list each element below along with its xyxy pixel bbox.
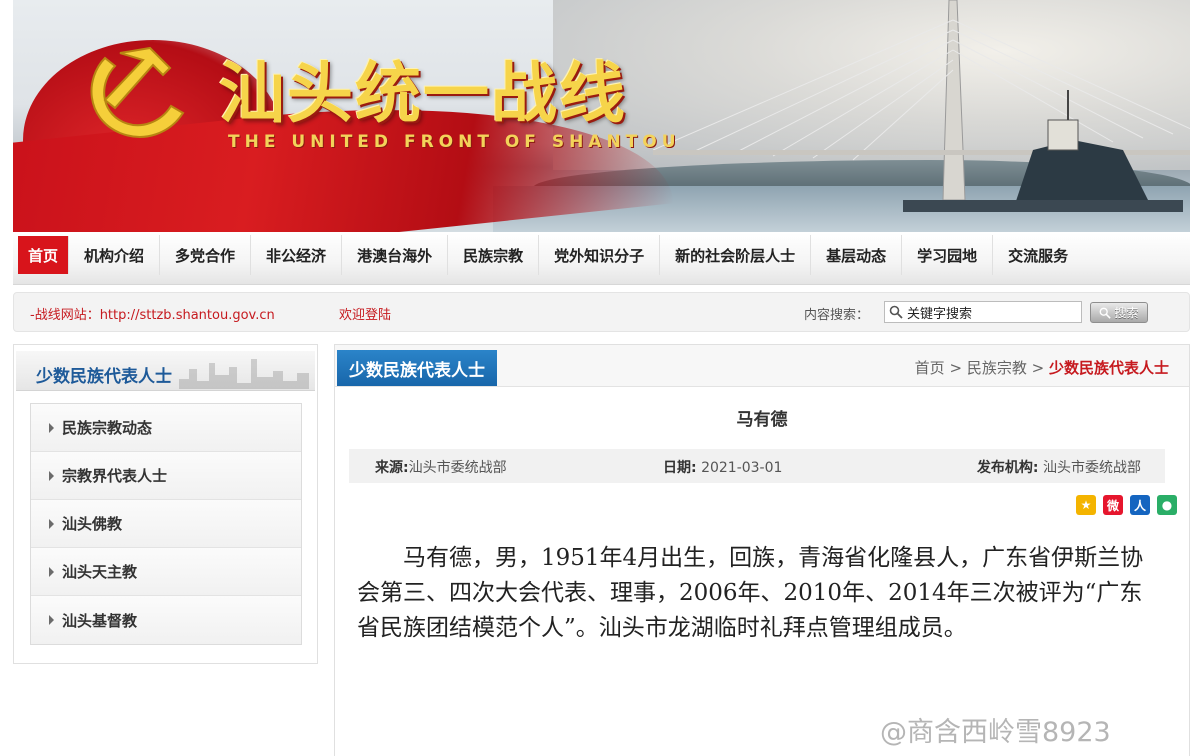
sidebar-item-ethnic-religion-news[interactable]: 民族宗教动态: [31, 404, 301, 452]
meta-source-label: 来源:: [375, 460, 409, 476]
search-button[interactable]: 搜索: [1090, 302, 1148, 323]
sidebar-item-label: 汕头天主教: [62, 563, 138, 581]
article-body: 马有德，男，1951年4月出生，回族，青海省化隆县人，广东省伊斯兰协会第三、四次…: [357, 545, 1144, 641]
article-meta: 来源:汕头市委统战部 日期: 2021-03-01 发布机构: 汕头市委统战部: [349, 449, 1165, 483]
welcome-marquee: 欢迎登陆: [339, 308, 392, 323]
sidebar-item-label: 汕头基督教: [62, 611, 138, 630]
sidebar-list: 民族宗教动态 宗教界代表人士 汕头佛教 汕头天主教 汕头基督教: [30, 403, 302, 645]
search-button-icon: [1100, 307, 1112, 319]
nav-item-service[interactable]: 交流服务: [993, 235, 1083, 275]
bridge-illustration: [653, 0, 1190, 212]
breadcrumb-current: 少数民族代表人士: [1048, 359, 1169, 377]
sidebar-item-christianity[interactable]: 汕头基督教: [31, 596, 301, 644]
party-emblem-icon: [90, 46, 185, 138]
nav-item-home[interactable]: 首页: [18, 236, 70, 274]
nav-item-hk-macau-taiwan[interactable]: 港澳台海外: [342, 235, 449, 275]
qzone-icon[interactable]: ★: [1076, 495, 1096, 515]
search-button-label: 搜索: [1114, 306, 1139, 320]
wechat-icon[interactable]: ●: [1157, 495, 1177, 515]
city-skyline-icon: [179, 359, 309, 389]
caret-right-icon: [49, 470, 54, 481]
weibo-watermark: @商含西岭雪8923: [880, 717, 1111, 748]
breadcrumb-separator: >: [1031, 359, 1045, 377]
breadcrumb-home-link[interactable]: 首页: [915, 359, 945, 377]
renren-icon[interactable]: 人: [1130, 495, 1150, 515]
breadcrumb-separator: >: [949, 359, 963, 377]
meta-org: 发布机构: 汕头市委统战部: [977, 457, 1141, 477]
nav-item-multiparty[interactable]: 多党合作: [160, 235, 252, 275]
sidebar-item-label: 民族宗教动态: [62, 419, 153, 437]
share-bar: ★ 微 人 ●: [1076, 495, 1177, 515]
nav-item-nonpublic-economy[interactable]: 非公经济: [251, 235, 343, 275]
main-content: 少数民族代表人士 首页 > 民族宗教 > 少数民族代表人士 马有德 来源:汕头市…: [334, 344, 1190, 756]
caret-right-icon: [49, 422, 54, 433]
nav-item-ethnic-religion[interactable]: 民族宗教: [448, 235, 540, 275]
article-title: 马有德: [736, 410, 788, 430]
meta-date: 日期: 2021-03-01: [663, 457, 782, 477]
sidebar-item-catholicism[interactable]: 汕头天主教: [31, 548, 301, 596]
nav-item-intellectuals[interactable]: 党外知识分子: [539, 235, 661, 275]
search-label: 内容搜索：: [804, 308, 870, 323]
nav-item-study[interactable]: 学习园地: [902, 235, 994, 275]
search-icon: [889, 305, 903, 319]
sidebar-item-buddhism[interactable]: 汕头佛教: [31, 500, 301, 548]
main-nav: 首页 机构介绍 多党合作 非公经济 港澳台海外 民族宗教 党外知识分子 新的社会…: [13, 233, 1190, 285]
main-header: 少数民族代表人士 首页 > 民族宗教 > 少数民族代表人士: [335, 345, 1189, 387]
caret-right-icon: [49, 518, 54, 529]
sidebar-item-label: 汕头佛教: [62, 515, 123, 533]
search-input[interactable]: [907, 304, 1077, 320]
sidebar-header: 少数民族代表人士: [16, 351, 315, 391]
caret-right-icon: [49, 566, 54, 577]
meta-date-value: 2021-03-01: [701, 460, 783, 476]
meta-org-value: 汕头市委统战部: [1043, 460, 1141, 476]
weibo-icon[interactable]: 微: [1103, 495, 1123, 515]
nav-item-new-social-class[interactable]: 新的社会阶层人士: [660, 235, 812, 275]
sidebar-item-religious-figures[interactable]: 宗教界代表人士: [31, 452, 301, 500]
banner-subtitle: THE UNITED FRONT OF SHANTOU: [228, 132, 681, 152]
sidebar-title: 少数民族代表人士: [36, 367, 172, 387]
nav-item-grassroots[interactable]: 基层动态: [811, 235, 903, 275]
site-url-link[interactable]: -战线网站：http://sttzb.shantou.gov.cn: [30, 304, 275, 323]
search-box[interactable]: [884, 301, 1082, 323]
breadcrumb-section-link[interactable]: 民族宗教: [967, 359, 1027, 377]
meta-source-value: 汕头市委统战部: [408, 460, 507, 476]
sidebar-item-label: 宗教界代表人士: [62, 467, 168, 485]
breadcrumb: 首页 > 民族宗教 > 少数民族代表人士: [915, 357, 1169, 378]
section-tab: 少数民族代表人士: [337, 350, 497, 386]
caret-right-icon: [49, 615, 54, 625]
nav-item-organization[interactable]: 机构介绍: [69, 235, 161, 275]
meta-source: 来源:汕头市委统战部: [375, 457, 507, 477]
banner-title: 汕头统一战线: [219, 54, 627, 132]
info-bar: -战线网站：http://sttzb.shantou.gov.cn 欢迎登陆 内…: [13, 292, 1190, 332]
sidebar: 少数民族代表人士 民族宗教动态 宗教界代表人士 汕头佛教 汕头天主教 汕头基督教: [13, 344, 318, 664]
meta-org-label: 发布机构:: [976, 460, 1039, 476]
site-banner: 汕头统一战线 THE UNITED FRONT OF SHANTOU: [13, 0, 1190, 232]
meta-date-label: 日期:: [663, 460, 697, 476]
